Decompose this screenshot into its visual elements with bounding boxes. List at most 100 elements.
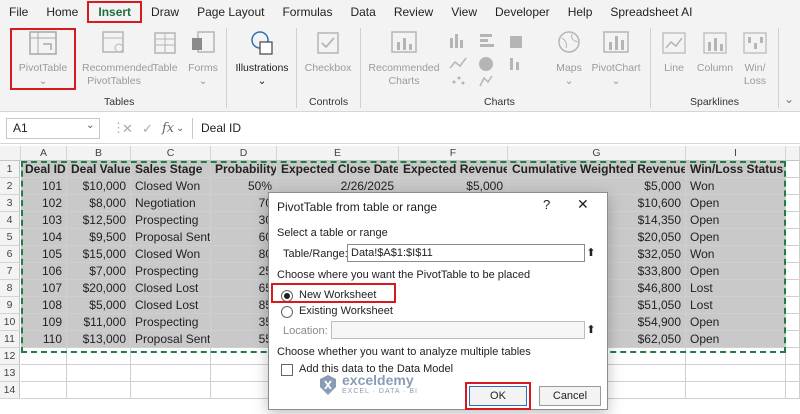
table-cell[interactable] (786, 195, 800, 212)
table-cell[interactable]: $5,000 (67, 297, 131, 314)
insert-function-button[interactable]: fx (162, 118, 174, 139)
row-header[interactable]: 10 (0, 314, 20, 331)
header-cell[interactable]: Expected Close Date (277, 161, 399, 178)
table-cell[interactable] (131, 348, 211, 365)
enter-icon[interactable]: ✓ (142, 118, 153, 139)
table-cell[interactable]: $10,000 (67, 178, 131, 195)
table-cell[interactable] (786, 178, 800, 195)
table-cell[interactable] (786, 365, 800, 382)
menu-view[interactable]: View (442, 0, 486, 24)
table-cell[interactable] (21, 382, 67, 399)
table-cell[interactable]: 101 (21, 178, 67, 195)
menu-file[interactable]: File (0, 0, 37, 24)
menu-draw[interactable]: Draw (142, 0, 188, 24)
table-cell[interactable]: $15,000 (67, 246, 131, 263)
table-cell[interactable]: 107 (21, 280, 67, 297)
menu-data[interactable]: Data (341, 0, 384, 24)
table-cell[interactable]: Prospecting (131, 263, 211, 280)
table-cell[interactable] (67, 348, 131, 365)
row-header[interactable]: 9 (0, 297, 20, 314)
table-cell[interactable] (786, 382, 800, 399)
select-all-corner[interactable] (0, 146, 21, 161)
table-cell[interactable]: $11,000 (67, 314, 131, 331)
table-cell[interactable]: 108 (21, 297, 67, 314)
help-icon[interactable]: ? (543, 197, 550, 212)
table-cell[interactable] (686, 365, 786, 382)
menu-developer[interactable]: Developer (486, 0, 559, 24)
existing-worksheet-label[interactable]: Existing Worksheet (299, 305, 393, 317)
table-cell[interactable]: $9,500 (67, 229, 131, 246)
row-header[interactable]: 6 (0, 246, 20, 263)
chart-type-gallery[interactable] (446, 30, 546, 90)
table-cell[interactable]: Closed Won (131, 178, 211, 195)
table-cell[interactable]: Open (686, 212, 786, 229)
table-cell[interactable]: 106 (21, 263, 67, 280)
row-header[interactable]: 4 (0, 212, 20, 229)
close-icon[interactable]: ✕ (577, 196, 589, 213)
recommended-charts-button[interactable]: Recommended Charts (366, 30, 442, 88)
cancel-icon[interactable]: ✕ (122, 118, 133, 139)
header-cell[interactable]: Probability (211, 161, 277, 178)
table-cell[interactable]: Open (686, 229, 786, 246)
header-cell[interactable]: Deal ID (21, 161, 67, 178)
table-cell[interactable]: 110 (21, 331, 67, 348)
table-cell[interactable]: 109 (21, 314, 67, 331)
table-cell[interactable] (786, 280, 800, 297)
table-cell[interactable] (131, 382, 211, 399)
location-input[interactable] (331, 321, 585, 339)
table-cell[interactable]: Closed Won (131, 246, 211, 263)
table-cell[interactable] (786, 348, 800, 365)
column-header[interactable]: E (277, 146, 399, 161)
table-cell[interactable]: $20,000 (67, 280, 131, 297)
data-model-checkbox[interactable] (281, 364, 293, 376)
menu-help[interactable]: Help (559, 0, 602, 24)
table-cell[interactable] (786, 331, 800, 348)
cancel-button[interactable]: Cancel (539, 386, 601, 406)
menu-page-layout[interactable]: Page Layout (188, 0, 273, 24)
column-header[interactable] (786, 146, 800, 161)
table-cell[interactable]: 102 (21, 195, 67, 212)
table-range-input[interactable]: Data!$A$1:$I$11 (347, 244, 585, 262)
column-header[interactable]: G (508, 146, 686, 161)
menu-insert[interactable]: Insert (87, 1, 143, 23)
table-button[interactable]: Table (148, 30, 182, 75)
table-cell[interactable] (786, 212, 800, 229)
collapse-range-icon[interactable]: ⬆ (583, 245, 599, 261)
row-header[interactable]: 5 (0, 229, 20, 246)
recommended-pivottables-button[interactable]: Recommended PivotTables (82, 30, 153, 88)
chevron-down-icon[interactable]: ⌄ (86, 120, 94, 131)
table-cell[interactable]: 104 (21, 229, 67, 246)
row-header[interactable]: 12 (0, 348, 20, 365)
illustrations-button[interactable]: Illustrations ⌄ (232, 30, 292, 88)
table-cell[interactable]: Lost (686, 280, 786, 297)
table-cell[interactable]: Closed Lost (131, 297, 211, 314)
chevron-down-icon[interactable]: ⌄ (176, 118, 184, 139)
header-cell[interactable]: Deal Value (67, 161, 131, 178)
maps-button[interactable]: Maps ⌄ (552, 30, 586, 88)
existing-worksheet-radio[interactable] (281, 306, 293, 318)
table-cell[interactable]: Proposal Sent (131, 331, 211, 348)
table-cell[interactable]: $12,500 (67, 212, 131, 229)
table-cell[interactable]: $13,000 (67, 331, 131, 348)
table-cell[interactable] (786, 297, 800, 314)
table-cell[interactable]: $7,000 (67, 263, 131, 280)
checkbox-button[interactable]: Checkbox (302, 30, 354, 75)
table-cell[interactable] (21, 365, 67, 382)
menu-formulas[interactable]: Formulas (273, 0, 341, 24)
table-cell[interactable] (786, 314, 800, 331)
pivotchart-button[interactable]: PivotChart ⌄ (588, 30, 644, 88)
table-cell[interactable]: 105 (21, 246, 67, 263)
table-cell[interactable]: Open (686, 331, 786, 348)
table-cell[interactable] (131, 365, 211, 382)
table-cell[interactable] (21, 348, 67, 365)
table-cell[interactable]: Open (686, 314, 786, 331)
row-header[interactable]: 11 (0, 331, 20, 348)
column-header[interactable]: F (399, 146, 508, 161)
formula-input[interactable]: Deal ID (192, 118, 794, 139)
table-cell[interactable]: Negotiation (131, 195, 211, 212)
row-header[interactable]: 1 (0, 161, 20, 178)
table-cell[interactable]: Prospecting (131, 212, 211, 229)
table-cell[interactable] (786, 229, 800, 246)
menu-home[interactable]: Home (37, 0, 87, 24)
sparkline-line-button[interactable]: Line (656, 30, 692, 75)
